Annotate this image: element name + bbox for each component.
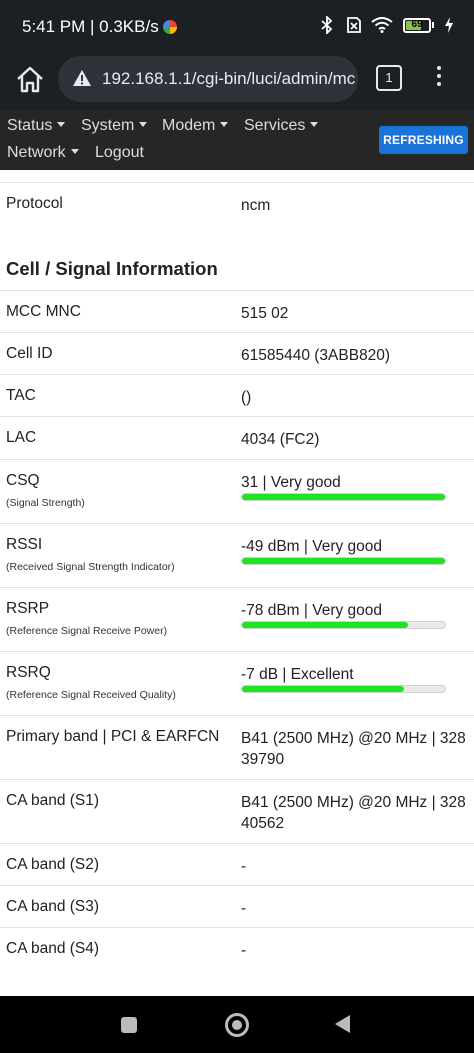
chevron-down-icon	[310, 122, 319, 127]
refreshing-button[interactable]: REFRESHING	[379, 126, 468, 154]
browser-toolbar: 192.168.1.1/cgi-bin/luci/admin/mc 1	[0, 52, 474, 110]
status-bar: 5:41 PM | 0.3KB/s 69	[0, 0, 474, 52]
row-label: CA band (S2)	[6, 856, 100, 873]
table-row: MCC MNC 515 02	[0, 290, 474, 332]
wifi-icon	[371, 17, 393, 33]
charging-bolt-icon	[444, 17, 454, 33]
row-value: B41 (2500 MHz) @20 MHz | 328 39790	[241, 730, 466, 768]
row-label: RSSI	[6, 536, 43, 553]
row-value: -7 dB | Excellent	[241, 666, 354, 683]
row-value: -78 dBm | Very good	[241, 602, 383, 619]
home-circle-icon[interactable]	[225, 1013, 249, 1037]
row-sublabel: (Reference Signal Receive Power)	[6, 625, 168, 637]
table-row: CA band (S1) B41 (2500 MHz) @20 MHz | 32…	[0, 779, 474, 843]
nav-services[interactable]: Services	[244, 117, 319, 135]
row-value: -	[241, 900, 247, 917]
chevron-down-icon	[70, 149, 79, 154]
nav-logout[interactable]: Logout	[95, 144, 144, 162]
table-row: LAC 4034 (FC2)	[0, 416, 474, 459]
nav-modem[interactable]: Modem	[162, 117, 229, 135]
address-bar[interactable]: 192.168.1.1/cgi-bin/luci/admin/mc	[58, 56, 358, 102]
url-text[interactable]: 192.168.1.1/cgi-bin/luci/admin/mc	[102, 69, 355, 89]
table-row: CA band (S4) -	[0, 927, 474, 969]
row-sublabel: (Reference Signal Received Quality)	[6, 689, 176, 701]
table-row: Cell ID 61585440 (3ABB820)	[0, 332, 474, 374]
luci-navbar: Status System Modem Services Network Log…	[0, 110, 474, 170]
row-label: MCC MNC	[6, 303, 81, 320]
row-label: RSRQ	[6, 664, 51, 681]
table-row: Primary band | PCI & EARFCN B41 (2500 MH…	[0, 715, 474, 779]
nav-network[interactable]: Network	[7, 144, 79, 162]
table-row: RSSI (Received Signal Strength Indicator…	[0, 523, 474, 587]
main-content: Protocol ncm Cell / Signal Information M…	[0, 170, 474, 996]
recents-icon[interactable]	[121, 1017, 137, 1033]
home-button[interactable]	[12, 62, 48, 98]
row-value: B41 (2500 MHz) @20 MHz | 328 40562	[241, 794, 466, 832]
overflow-menu-icon[interactable]	[432, 66, 446, 90]
chevron-down-icon	[139, 122, 148, 127]
tab-switcher-button[interactable]: 1	[376, 65, 402, 91]
battery-percent: 69	[411, 18, 423, 30]
row-label: Primary band | PCI & EARFCN	[6, 728, 220, 745]
no-sim-icon	[343, 17, 361, 33]
row-label: RSRP	[6, 600, 50, 617]
protocol-row: Protocol ncm	[0, 182, 474, 225]
row-label: CSQ	[6, 472, 40, 489]
signal-bar	[241, 493, 446, 501]
signal-bar	[241, 685, 446, 693]
chevron-down-icon	[57, 122, 66, 127]
row-sublabel: (Signal Strength)	[6, 497, 85, 509]
row-sublabel: (Received Signal Strength Indicator)	[6, 561, 175, 573]
signal-bar	[241, 621, 446, 629]
status-time: 5:41 PM | 0.3KB/s	[22, 17, 177, 37]
nav-system[interactable]: System	[81, 117, 148, 135]
home-icon	[17, 66, 43, 93]
battery-icon: 69	[403, 17, 434, 33]
system-nav-bar	[0, 996, 474, 1053]
chevron-down-icon	[220, 122, 229, 127]
table-row: RSRP (Reference Signal Receive Power) -7…	[0, 587, 474, 651]
protocol-value: ncm	[241, 197, 271, 214]
bluetooth-icon	[321, 16, 333, 34]
table-row: RSRQ (Reference Signal Received Quality)…	[0, 651, 474, 715]
row-value: 31 | Very good	[241, 474, 341, 491]
row-value: 515 02	[241, 305, 289, 322]
back-icon[interactable]	[335, 1015, 350, 1033]
protocol-label: Protocol	[6, 195, 63, 212]
row-value: ()	[241, 389, 252, 406]
signal-bar	[241, 557, 446, 565]
nav-status[interactable]: Status	[7, 117, 66, 135]
row-label: CA band (S3)	[6, 898, 100, 915]
row-value: -	[241, 942, 247, 959]
row-value: 4034 (FC2)	[241, 431, 320, 448]
table-row: CA band (S2) -	[0, 843, 474, 885]
row-label: CA band (S1)	[6, 792, 100, 809]
row-label: Cell ID	[6, 345, 53, 362]
section-title: Cell / Signal Information	[6, 258, 218, 279]
row-value: -	[241, 858, 247, 875]
row-label: TAC	[6, 387, 36, 404]
table-row: CSQ (Signal Strength) 31 | Very good	[0, 459, 474, 523]
app-notification-icon	[162, 20, 177, 34]
row-label: CA band (S4)	[6, 940, 100, 957]
row-value: -49 dBm | Very good	[241, 538, 383, 555]
table-row: TAC ()	[0, 374, 474, 416]
table-row: CA band (S3) -	[0, 885, 474, 927]
system-icons: 69	[321, 16, 454, 34]
warning-icon[interactable]	[72, 68, 92, 93]
row-label: LAC	[6, 429, 37, 446]
row-value: 61585440 (3ABB820)	[241, 347, 391, 364]
